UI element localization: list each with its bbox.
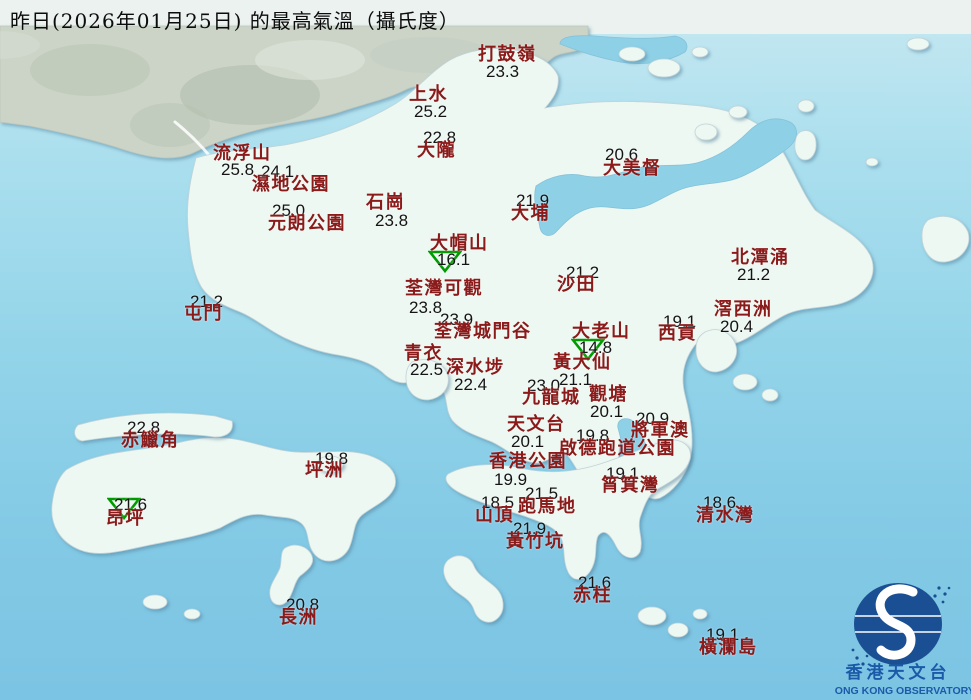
hko-logo: 香港天文台 HONG KONG OBSERVATORY <box>835 583 971 697</box>
station-name: 筲箕灣 <box>601 475 660 496</box>
hko-logo-english: HONG KONG OBSERVATORY <box>835 685 971 697</box>
station-value: 20.4 <box>720 317 754 336</box>
station-value: 23.8 <box>375 211 409 230</box>
station-name: 濕地公園 <box>252 174 330 195</box>
hong-kong-map <box>0 0 971 638</box>
station-name: 清水灣 <box>696 505 755 526</box>
station-name: 石崗 <box>366 192 405 213</box>
station-name: 山頂 <box>475 505 514 526</box>
station-value: 25.2 <box>414 102 448 121</box>
hko-logo-icon <box>851 583 951 666</box>
station-name: 香港公園 <box>489 451 567 472</box>
station-name: 長洲 <box>279 607 318 628</box>
station-name: 青衣 <box>404 343 443 364</box>
station-value: 23.3 <box>486 62 520 81</box>
station-name: 啟德跑道公園 <box>559 438 676 459</box>
station-name: 大帽山 <box>430 233 489 254</box>
station-name: 大埔 <box>511 203 550 224</box>
station-name: 元朗公園 <box>268 213 346 234</box>
station-value: 20.1 <box>590 402 624 421</box>
station-name: 上水 <box>409 84 448 105</box>
station-value: 21.2 <box>737 265 771 284</box>
station-value: 22.4 <box>454 375 488 394</box>
station-name: 大老山 <box>572 321 631 342</box>
station-value: 19.9 <box>494 470 528 489</box>
station-name: 天文台 <box>507 414 566 435</box>
station-name: 西貢 <box>658 323 697 344</box>
station-name: 黃大仙 <box>553 352 612 373</box>
station-value: 23.8 <box>409 298 443 317</box>
station-name: 赤鱲角 <box>121 430 180 451</box>
station-name: 北潭涌 <box>731 247 790 268</box>
station-name: 跑馬地 <box>518 496 577 517</box>
station-name: 昂坪 <box>106 508 145 529</box>
station-name: 赤柱 <box>573 585 612 606</box>
map-title: 昨日(2026年01月25日) 的最高氣溫（攝氏度） <box>10 9 460 33</box>
station-name: 屯門 <box>184 303 223 324</box>
station-name: 流浮山 <box>213 143 272 164</box>
station-name: 橫瀾島 <box>699 637 758 658</box>
station-name: 荃灣可觀 <box>405 278 483 299</box>
weather-map-screen: 昨日(2026年01月25日) 的最高氣溫（攝氏度） 23.3 打鼓嶺 25.2 上水… <box>0 0 971 700</box>
station-name: 大隴 <box>417 140 456 161</box>
station-value: 20.1 <box>511 432 545 451</box>
station-name: 九龍城 <box>522 387 581 408</box>
station-name: 觀塘 <box>589 384 628 405</box>
station-value: 21.1 <box>559 370 593 389</box>
station-name: 大美督 <box>603 158 662 179</box>
hko-logo-chinese: 香港天文台 <box>846 662 951 683</box>
station-name: 荃灣城門谷 <box>434 321 532 342</box>
station-name: 坪洲 <box>305 460 344 481</box>
station-name: 滘西洲 <box>714 299 773 320</box>
station-name: 打鼓嶺 <box>478 44 537 65</box>
station-name: 黃竹坑 <box>506 531 565 552</box>
station-name: 沙田 <box>557 274 596 295</box>
station-name: 深水埗 <box>446 357 505 378</box>
